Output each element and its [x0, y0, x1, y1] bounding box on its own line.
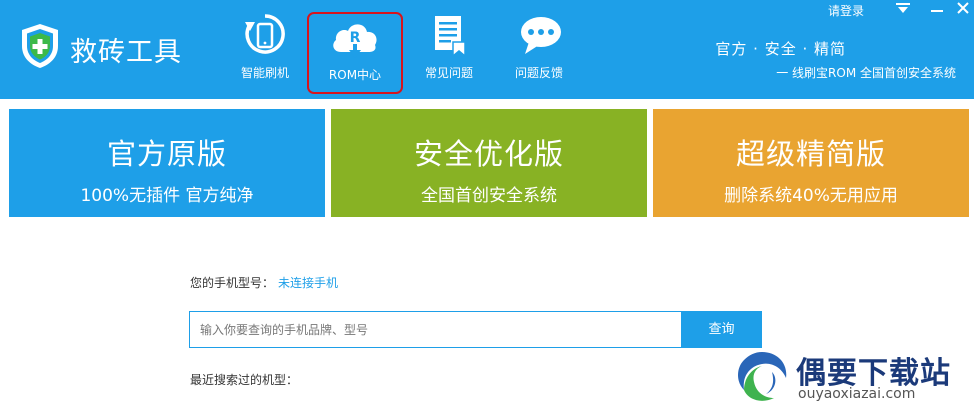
nav-label: ROM中心 — [328, 68, 382, 82]
search-box — [189, 311, 682, 348]
tile-title: 超级精简版 — [735, 137, 886, 171]
tile-subtitle: 100%无插件 官方纯净 — [80, 186, 254, 206]
tile-official-rom[interactable]: 官方原版 100%无插件 官方纯净 — [9, 109, 325, 217]
menu-dropdown-icon[interactable] — [892, 2, 914, 18]
cloud-rom-icon: R — [333, 24, 377, 58]
tile-title: 官方原版 — [106, 137, 227, 171]
recent-searches-label: 最近搜索过的机型： — [190, 373, 299, 387]
search-input[interactable] — [190, 312, 681, 347]
app-header: 救砖工具 智能刷机 R ROM中心 常见问题 问题反馈 请登录 官方 · 安全 … — [0, 0, 974, 99]
nav-feedback[interactable]: 问题反馈 — [498, 8, 580, 88]
slogan-line-1: 官方 · 安全 · 精简 — [715, 40, 846, 58]
login-link[interactable]: 请登录 — [828, 2, 864, 19]
close-icon[interactable] — [952, 2, 974, 18]
slogan-line-2: 一 线刷宝ROM 全国首创安全系统 — [776, 66, 956, 80]
nav-smart-flash[interactable]: 智能刷机 — [224, 8, 306, 88]
phone-model-row: 您的手机型号： 未连接手机 — [190, 274, 338, 291]
svg-text:R: R — [350, 30, 361, 46]
watermark-url: ouyaoxiazai.com — [798, 386, 916, 402]
phone-model-value: 未连接手机 — [278, 276, 339, 290]
chat-bubble-icon — [521, 17, 561, 54]
tile-subtitle: 全国首创安全系统 — [421, 186, 557, 206]
tile-super-lite[interactable]: 超级精简版 删除系统40%无用应用 — [653, 109, 969, 217]
nav-faq[interactable]: 常见问题 — [408, 8, 490, 88]
document-icon — [435, 16, 466, 58]
tile-subtitle: 删除系统40%无用应用 — [724, 186, 898, 206]
nav-rom-center[interactable]: R ROM中心 — [307, 12, 403, 94]
shield-plus-icon — [22, 24, 58, 68]
search-button[interactable]: 查询 — [681, 311, 762, 348]
phone-model-label: 您的手机型号： — [190, 276, 275, 290]
tile-safe-optimized[interactable]: 安全优化版 全国首创安全系统 — [331, 109, 647, 217]
nav-label: 问题反馈 — [514, 66, 563, 80]
nav-label: 常见问题 — [424, 66, 473, 80]
watermark-logo-icon — [738, 352, 787, 401]
minimize-icon[interactable] — [926, 2, 948, 18]
nav-label: 智能刷机 — [240, 66, 289, 80]
tile-title: 安全优化版 — [413, 137, 564, 171]
phone-refresh-icon — [245, 14, 285, 54]
app-title: 救砖工具 — [70, 37, 182, 68]
